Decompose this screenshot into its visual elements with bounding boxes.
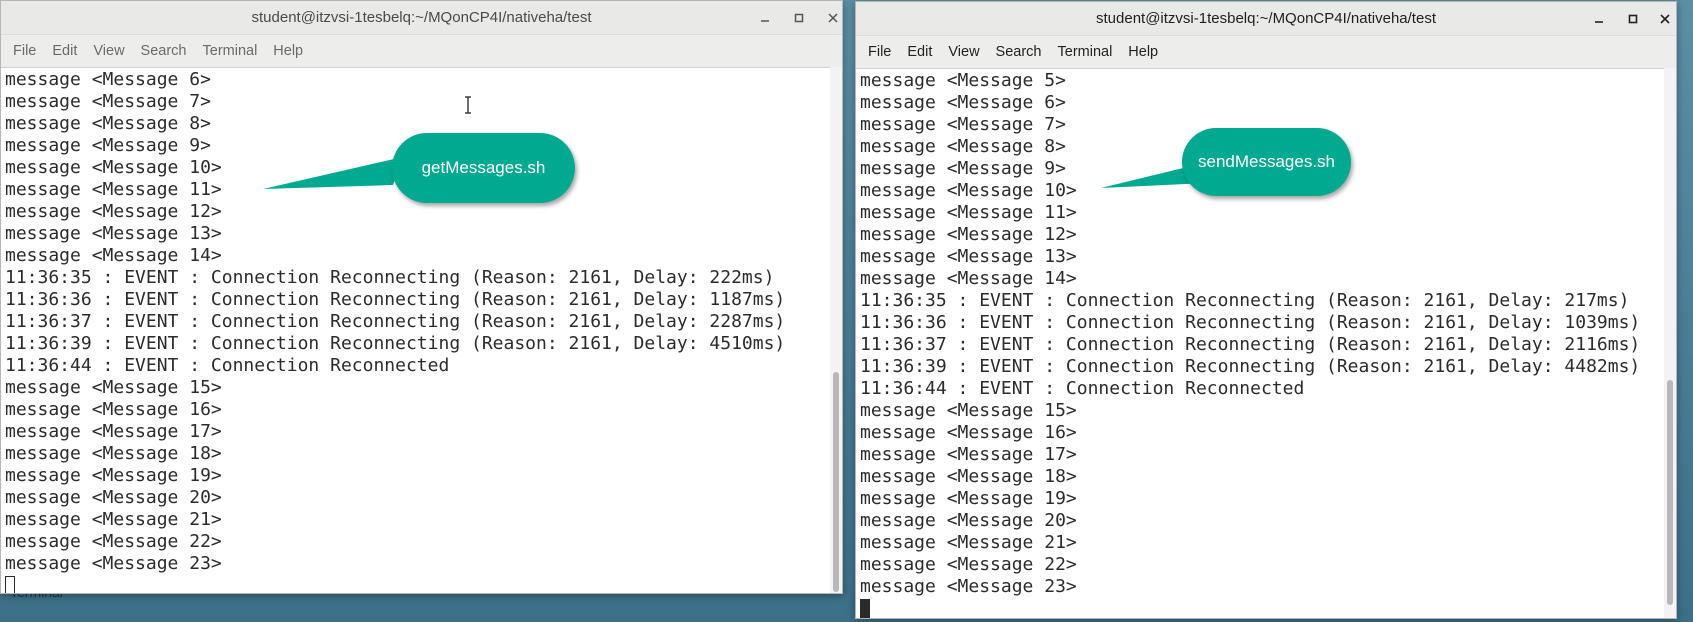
close-icon[interactable] <box>821 6 845 30</box>
terminal-line: message <Message 5> <box>860 70 1066 91</box>
terminal-line: 11:36:35 : EVENT : Connection Reconnecti… <box>860 290 1630 311</box>
terminal-line: 11:36:39 : EVENT : Connection Reconnecti… <box>860 356 1641 377</box>
terminal-line: message <Message 14> <box>5 245 222 266</box>
terminal-line: message <Message 23> <box>5 553 222 574</box>
terminal-line: message <Message 13> <box>5 223 222 244</box>
terminal-line: message <Message 17> <box>860 444 1077 465</box>
terminal-line: message <Message 12> <box>5 201 222 222</box>
terminal-line: message <Message 19> <box>860 488 1077 509</box>
terminal-line: message <Message 16> <box>860 422 1077 443</box>
terminal-line: message <Message 15> <box>5 377 222 398</box>
terminal-line: message <Message 7> <box>5 91 211 112</box>
scrollbar[interactable] <box>830 67 842 593</box>
terminal-window-right[interactable]: student@itzvsi-1tesbelq:~/MQonCP4I/nativ… <box>855 1 1677 619</box>
close-icon[interactable] <box>1653 7 1677 31</box>
callout-sendmessages: sendMessages.sh <box>1182 128 1351 196</box>
callout-tail <box>263 157 403 189</box>
terminal-line: 11:36:36 : EVENT : Connection Reconnecti… <box>5 289 786 310</box>
terminal-cursor <box>5 576 15 593</box>
terminal-line: message <Message 18> <box>860 466 1077 487</box>
window-title: student@itzvsi-1tesbelq:~/MQonCP4I/nativ… <box>1096 10 1436 27</box>
menu-help[interactable]: Help <box>265 43 311 59</box>
terminal-line: message <Message 12> <box>860 224 1077 245</box>
prompt-line[interactable] <box>860 598 1664 618</box>
prompt-line[interactable] <box>5 575 830 593</box>
callout-getmessages: getMessages.sh <box>392 133 575 203</box>
terminal-line: 11:36:37 : EVENT : Connection Reconnecti… <box>5 311 786 332</box>
terminal-line: message <Message 17> <box>5 421 222 442</box>
terminal-line: 11:36:35 : EVENT : Connection Reconnecti… <box>5 267 775 288</box>
terminal-line: message <Message 16> <box>5 399 222 420</box>
terminal-line: message <Message 18> <box>5 443 222 464</box>
scrollbar-thumb[interactable] <box>833 372 839 592</box>
titlebar[interactable]: student@itzvsi-1tesbelq:~/MQonCP4I/nativ… <box>856 2 1676 36</box>
terminal-cursor <box>860 599 870 618</box>
terminal-line: 11:36:44 : EVENT : Connection Reconnecte… <box>860 378 1305 399</box>
menu-help[interactable]: Help <box>1120 44 1166 60</box>
terminal-line: 11:36:39 : EVENT : Connection Reconnecti… <box>5 333 786 354</box>
menu-file[interactable]: File <box>860 44 899 60</box>
menu-view[interactable]: View <box>85 43 132 59</box>
terminal-line: message <Message 15> <box>860 400 1077 421</box>
terminal-line: 11:36:36 : EVENT : Connection Reconnecti… <box>860 312 1641 333</box>
minimize-icon[interactable] <box>1587 7 1611 31</box>
scrollbar-thumb[interactable] <box>1667 380 1673 605</box>
menu-file[interactable]: File <box>5 43 44 59</box>
terminal-line: message <Message 20> <box>5 487 222 508</box>
terminal-line: message <Message 8> <box>5 113 211 134</box>
menu-edit[interactable]: Edit <box>899 44 940 60</box>
menu-edit[interactable]: Edit <box>44 43 85 59</box>
minimize-icon[interactable] <box>753 6 777 30</box>
terminal-line: 11:36:37 : EVENT : Connection Reconnecti… <box>860 334 1641 355</box>
maximize-icon[interactable] <box>787 6 811 30</box>
menu-search[interactable]: Search <box>133 43 195 59</box>
terminal-line: message <Message 22> <box>5 531 222 552</box>
text-cursor-icon <box>465 96 471 114</box>
titlebar[interactable]: student@itzvsi-1tesbelq:~/MQonCP4I/nativ… <box>1 1 842 35</box>
menu-terminal[interactable]: Terminal <box>195 43 266 59</box>
terminal-line: message <Message 22> <box>860 554 1077 575</box>
terminal-line: message <Message 13> <box>860 246 1077 267</box>
terminal-line: message <Message 19> <box>5 465 222 486</box>
terminal-line: message <Message 21> <box>5 509 222 530</box>
menu-search[interactable]: Search <box>988 44 1050 60</box>
terminal-line: message <Message 23> <box>860 576 1077 597</box>
menubar: File Edit View Search Terminal Help <box>856 36 1676 69</box>
scrollbar[interactable] <box>1664 68 1676 618</box>
terminal-line: message <Message 6> <box>5 69 211 90</box>
terminal-line: 11:36:44 : EVENT : Connection Reconnecte… <box>5 355 450 376</box>
menu-view[interactable]: View <box>940 44 987 60</box>
terminal-line: message <Message 11> <box>860 202 1077 223</box>
maximize-icon[interactable] <box>1621 7 1645 31</box>
menu-terminal[interactable]: Terminal <box>1050 44 1121 60</box>
terminal-line: message <Message 14> <box>860 268 1077 289</box>
terminal-line: message <Message 21> <box>860 532 1077 553</box>
window-title: student@itzvsi-1tesbelq:~/MQonCP4I/nativ… <box>251 9 592 26</box>
terminal-window-left[interactable]: student@itzvsi-1tesbelq:~/MQonCP4I/nativ… <box>0 0 843 594</box>
terminal-line: message <Message 6> <box>860 92 1066 113</box>
terminal-line: message <Message 20> <box>860 510 1077 531</box>
menubar: File Edit View Search Terminal Help <box>1 35 842 68</box>
